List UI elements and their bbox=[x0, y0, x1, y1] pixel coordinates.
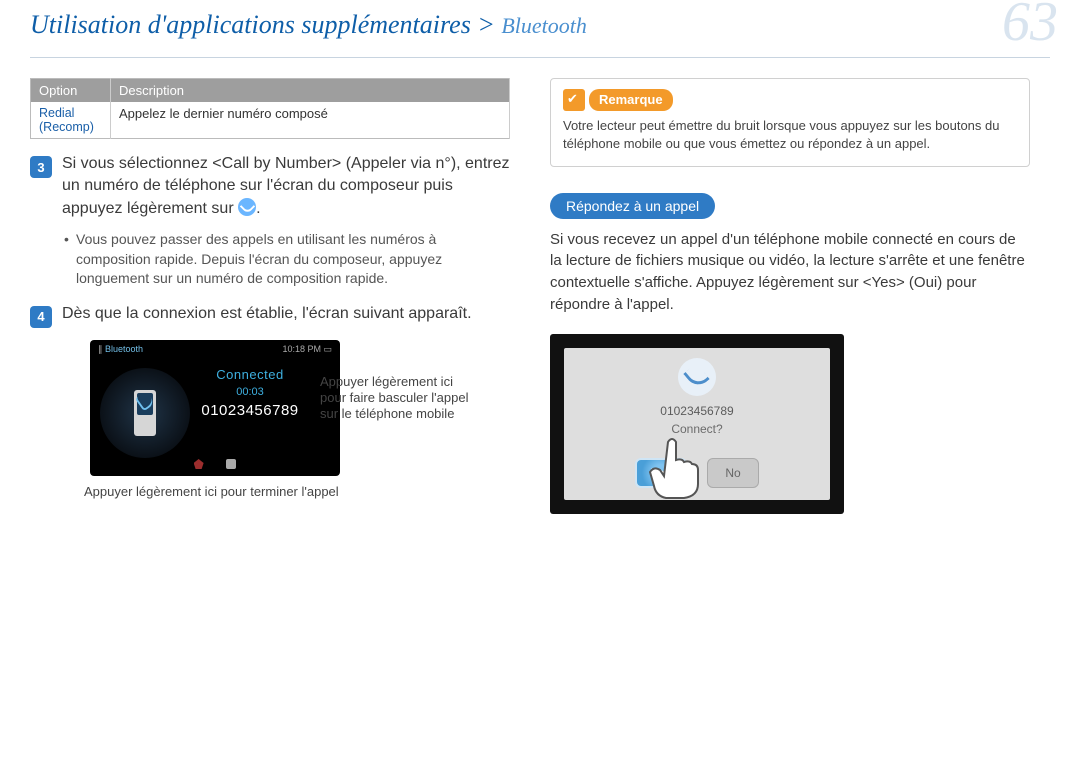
left-column: Option Description Redial (Recomp) Appel… bbox=[30, 78, 510, 514]
connected-label: Connected bbox=[160, 367, 340, 382]
step-number-badge: 3 bbox=[30, 156, 52, 178]
incoming-number: 01023456789 bbox=[564, 404, 830, 418]
note-label: Remarque bbox=[589, 89, 673, 111]
end-call-icon bbox=[194, 459, 204, 469]
breadcrumb-main: Utilisation d'applications supplémentair… bbox=[30, 10, 471, 39]
page-number: 63 bbox=[1002, 0, 1058, 50]
right-column: Remarque Votre lecteur peut émettre du b… bbox=[550, 78, 1030, 514]
page-header: Utilisation d'applications supplémentair… bbox=[30, 0, 1050, 58]
options-table: Option Description Redial (Recomp) Appel… bbox=[30, 78, 510, 139]
cell-description: Appelez le dernier numéro composé bbox=[111, 102, 510, 139]
cell-option: Redial (Recomp) bbox=[31, 102, 111, 139]
breadcrumb-sub: Bluetooth bbox=[501, 13, 587, 38]
step-3-text-b: . bbox=[256, 200, 260, 217]
clock: 10:18 PM bbox=[282, 344, 321, 354]
section-title-pill: Répondez à un appel bbox=[550, 193, 715, 219]
callout-switch: Appuyer légèrement ici pour faire bascul… bbox=[320, 374, 480, 423]
step-3: 3 Si vous sélectionnez <Call by Number> … bbox=[30, 153, 510, 220]
pointing-hand-icon bbox=[638, 432, 708, 500]
th-description: Description bbox=[111, 79, 510, 103]
step-number-badge: 4 bbox=[30, 306, 52, 328]
note-box: Remarque Votre lecteur peut émettre du b… bbox=[550, 78, 1030, 167]
section-body: Si vous recevez un appel d'un téléphone … bbox=[550, 229, 1030, 316]
mini-phone-icon bbox=[134, 390, 156, 436]
bullet-item: Vous pouvez passer des appels en utilisa… bbox=[64, 230, 510, 289]
note-text: Votre lecteur peut émettre du bruit lors… bbox=[563, 117, 1017, 153]
note-icon bbox=[563, 89, 585, 111]
step-3-bullets: Vous pouvez passer des appels en utilisa… bbox=[64, 230, 510, 289]
th-option: Option bbox=[31, 79, 111, 103]
incoming-call-icon bbox=[678, 358, 716, 396]
breadcrumb: Utilisation d'applications supplémentair… bbox=[30, 0, 1050, 40]
breadcrumb-sep: > bbox=[471, 10, 502, 39]
no-button[interactable]: No bbox=[707, 458, 759, 488]
step-4-body: Dès que la connexion est établie, l'écra… bbox=[62, 303, 510, 328]
connected-screenshot: ∥ Bluetooth 10:18 PM ▭ Connected 00:03 0… bbox=[90, 340, 340, 476]
caption-end-call: Appuyer légèrement ici pour terminer l'a… bbox=[84, 484, 510, 499]
phone-call-icon bbox=[238, 198, 256, 216]
switch-device-icon bbox=[226, 459, 236, 469]
step-3-body: Si vous sélectionnez <Call by Number> (A… bbox=[62, 153, 510, 220]
step-3-text-a: Si vous sélectionnez <Call by Number> (A… bbox=[62, 155, 510, 217]
table-row: Redial (Recomp) Appelez le dernier numér… bbox=[31, 102, 510, 139]
bt-label: Bluetooth bbox=[105, 344, 143, 354]
step-4: 4 Dès que la connexion est établie, l'éc… bbox=[30, 303, 510, 328]
incoming-call-screenshot: 01023456789 Connect? Yes No bbox=[550, 334, 844, 514]
